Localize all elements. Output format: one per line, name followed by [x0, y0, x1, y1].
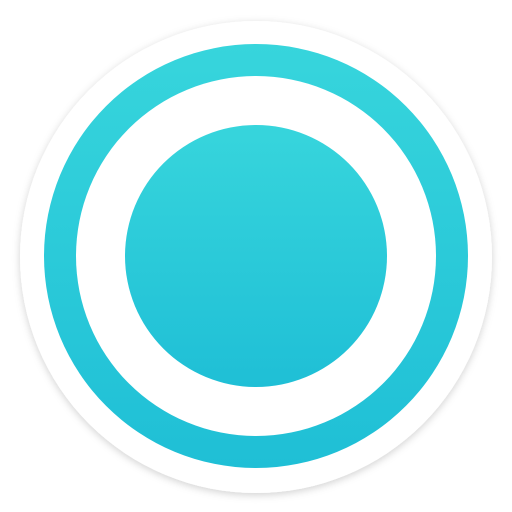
app-icon-canvas	[0, 0, 512, 512]
record-icon	[20, 21, 492, 493]
inner-dot	[125, 125, 387, 387]
